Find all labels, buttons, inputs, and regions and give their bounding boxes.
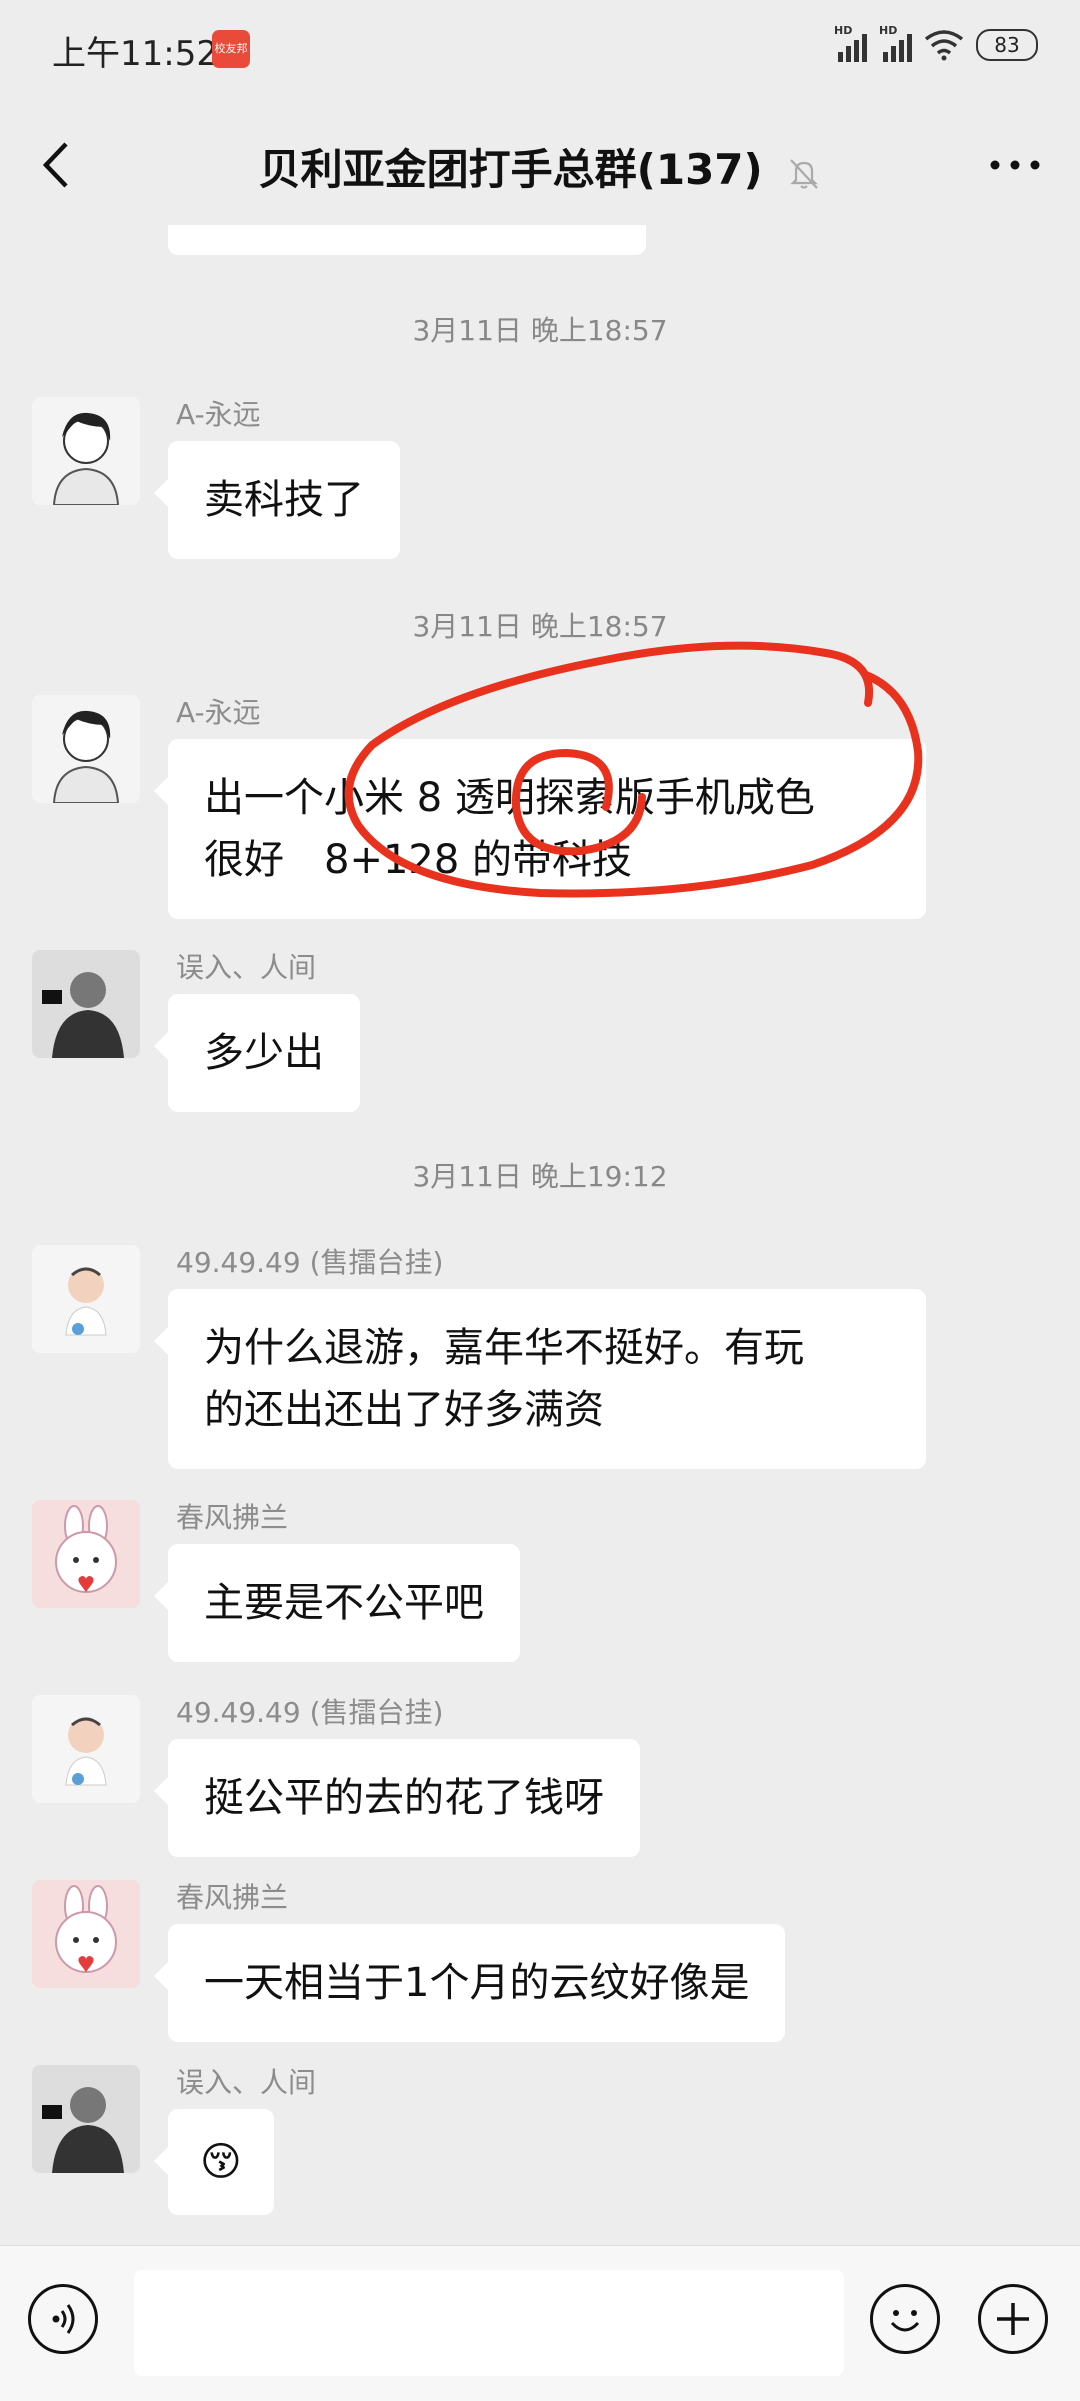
message-text: 一天相当于1个月的云纹好像是 <box>204 1960 750 2006</box>
message-bubble[interactable]: 主要是不公平吧 <box>154 1544 520 1662</box>
voice-input-button[interactable] <box>28 2284 98 2354</box>
sender-name: A-永远 <box>176 398 261 431</box>
more-options-button[interactable] <box>980 140 1050 190</box>
mute-bell-icon <box>790 158 819 189</box>
avatar[interactable] <box>32 1695 140 1803</box>
chat-title-wrap: 贝利亚金团打手总群(137) <box>0 136 1080 197</box>
chat-title: 贝利亚金团打手总群(137) <box>258 145 763 194</box>
sender-name: 49.49.49 (售擂台挂) <box>176 1246 444 1279</box>
hd-label: HD <box>834 24 853 37</box>
avatar[interactable] <box>32 1245 140 1353</box>
message-bubble[interactable]: 😚 <box>154 2109 274 2215</box>
message-timestamp: 3月11日 晚上18:57 <box>412 314 668 347</box>
partial-message-bubble <box>168 225 646 255</box>
message-text-line: 为什么退游，嘉年华不挺好。有玩 <box>204 1325 804 1371</box>
sender-name: 误入、人间 <box>176 2066 317 2099</box>
message-text: 多少出 <box>204 1030 324 1076</box>
more-dots-icon <box>990 160 1040 170</box>
message-bubble[interactable]: 一天相当于1个月的云纹好像是 <box>153 1924 786 2042</box>
signal-icon: HD <box>834 24 867 62</box>
message-input[interactable] <box>134 2270 844 2376</box>
message-text-line: 很好 8+128 的带科技 <box>204 837 633 883</box>
sender-name: 春风拂兰 <box>176 1501 289 1534</box>
avatar[interactable] <box>32 397 140 505</box>
message-text: 挺公平的去的花了钱呀 <box>204 1775 604 1821</box>
sender-name: 49.49.49 (售擂台挂) <box>176 1696 444 1729</box>
message-bubble[interactable]: 为什么退游，嘉年华不挺好。有玩 的还出还出了好多满资 <box>154 1289 926 1469</box>
chat-header: 贝利亚金团打手总群(137) <box>0 100 1080 230</box>
avatar[interactable] <box>32 1500 140 1608</box>
message-bubble[interactable]: 出一个小米 8 透明探索版手机成色 很好 8+128 的带科技 <box>154 739 926 919</box>
emoji: 😚 <box>200 2139 242 2185</box>
message-text: 卖科技了 <box>204 477 364 523</box>
plus-icon <box>997 2303 1029 2335</box>
smiley-icon <box>890 2310 920 2332</box>
avatar[interactable] <box>32 950 140 1058</box>
input-bar <box>0 2245 1080 2401</box>
app-notification-icon: 校友邦 <box>212 30 250 68</box>
sender-name: A-永远 <box>176 696 261 729</box>
emoji-button[interactable] <box>870 2284 940 2354</box>
message-text: 主要是不公平吧 <box>204 1580 484 1626</box>
more-functions-button[interactable] <box>978 2284 1048 2354</box>
avatar[interactable] <box>32 2065 140 2173</box>
message-bubble[interactable]: 多少出 <box>154 994 360 1112</box>
message-text-line: 出一个小米 8 透明探索版手机成色 <box>204 775 815 821</box>
wifi-icon <box>924 30 964 61</box>
battery-indicator: 83 <box>976 29 1038 61</box>
status-bar: 上午11:52 校友邦 HD HD 83 <box>0 0 1080 100</box>
message-bubble[interactable]: 卖科技了 <box>154 441 400 559</box>
avatar[interactable] <box>32 695 140 803</box>
message-list[interactable]: 3月11日 晚上18:57 A-永远 卖科技了 3月11日 晚上18:57 A-… <box>0 225 1080 2245</box>
status-time: 上午11:52 <box>52 34 218 74</box>
message-bubble[interactable]: 挺公平的去的花了钱呀 <box>154 1739 640 1857</box>
hd-label: HD <box>879 24 898 37</box>
avatar[interactable] <box>32 1880 140 1988</box>
message-timestamp: 3月11日 晚上19:12 <box>412 1160 668 1193</box>
message-text-line: 的还出还出了好多满资 <box>204 1387 604 1433</box>
voice-icon <box>52 2304 75 2334</box>
signal-icon: HD <box>879 24 912 62</box>
sender-name: 误入、人间 <box>176 951 317 984</box>
message-timestamp: 3月11日 晚上18:57 <box>412 610 668 643</box>
status-indicators: HD HD 83 <box>834 24 1038 62</box>
sender-name: 春风拂兰 <box>176 1881 289 1914</box>
